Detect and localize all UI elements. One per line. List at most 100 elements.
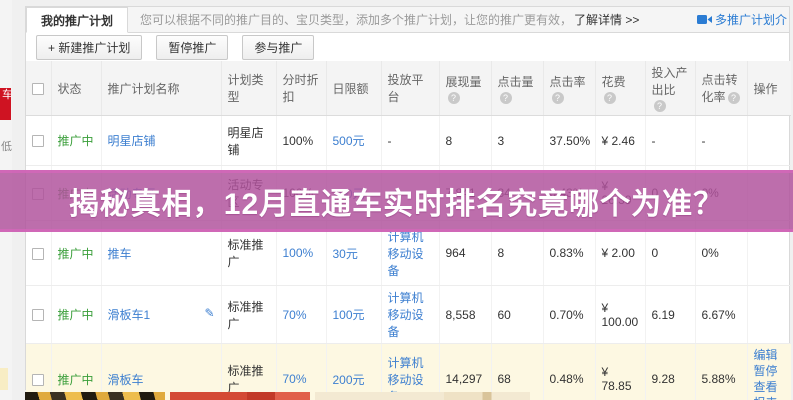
cvr-cell: 6.67% bbox=[695, 286, 747, 344]
banner-overlay: 揭秘真相，12月直通车实时排名究竟哪个为准？ bbox=[0, 170, 793, 232]
action-link[interactable]: 编辑 bbox=[754, 347, 786, 363]
video-camera-icon bbox=[697, 14, 712, 25]
roi-cell: 6.19 bbox=[645, 286, 695, 344]
action-link[interactable]: 查看报表 bbox=[754, 379, 786, 400]
info-icon[interactable]: ? bbox=[552, 92, 564, 104]
toolbar: + 新建推广计划 暂停推广 参与推广 bbox=[26, 33, 789, 61]
info-icon[interactable]: ? bbox=[448, 92, 460, 104]
info-icon[interactable]: ? bbox=[654, 100, 666, 112]
status-cell: 推广中 bbox=[51, 116, 101, 166]
video-link-label: 多推广计划介 bbox=[715, 11, 787, 28]
ctr-cell: 37.50% bbox=[543, 116, 595, 166]
daily-budget-link[interactable]: 500元 bbox=[333, 134, 365, 148]
cost-cell: ¥ 2.46 bbox=[595, 116, 645, 166]
column-header-label: 点击率 bbox=[550, 75, 586, 89]
plan-type-cell: 明星店铺 bbox=[221, 116, 276, 166]
select-all-checkbox[interactable] bbox=[32, 83, 44, 95]
select-all-header bbox=[26, 61, 51, 116]
column-header-label: 展现量 bbox=[446, 75, 482, 89]
campaign-name-cell: 明星店铺 bbox=[101, 116, 221, 166]
roi-cell: 9.28 bbox=[645, 344, 695, 400]
column-header-label: 计划类型 bbox=[228, 73, 264, 104]
impressions-cell: 8 bbox=[439, 116, 491, 166]
platform-value[interactable]: 计算机 移动设备 bbox=[388, 230, 424, 278]
cost-cell: ¥ 78.85 bbox=[595, 344, 645, 400]
column-header-12: 操作 bbox=[747, 61, 791, 116]
campaign-name-link[interactable]: 滑板车 bbox=[108, 373, 144, 387]
column-header-label: 推广计划名称 bbox=[108, 82, 180, 96]
clicks-cell: 60 bbox=[491, 286, 543, 344]
info-icon[interactable]: ? bbox=[604, 92, 616, 104]
platform-cell: - bbox=[381, 116, 439, 166]
edit-pencil-icon[interactable]: ✎ bbox=[204, 306, 214, 320]
column-header-label: 点击量 bbox=[498, 75, 534, 89]
table-row: 推广中滑板车1✎标准推广70%100元计算机 移动设备8,558600.70%¥… bbox=[26, 286, 791, 344]
status-badge: 推广中 bbox=[58, 308, 94, 322]
sidebar-red-badge: 车 bbox=[0, 88, 11, 120]
column-header-3: 分时折扣 bbox=[276, 61, 326, 116]
column-header-1: 推广计划名称 bbox=[101, 61, 221, 116]
multi-plan-video-link[interactable]: 多推广计划介 bbox=[697, 11, 787, 28]
column-header-0: 状态 bbox=[51, 61, 101, 116]
column-header-5: 投放平台 bbox=[381, 61, 439, 116]
platform-cell: 计算机 移动设备 bbox=[381, 286, 439, 344]
row-checkbox[interactable] bbox=[32, 135, 44, 147]
bottom-thumbnail-2[interactable] bbox=[170, 392, 310, 400]
new-campaign-button[interactable]: + 新建推广计划 bbox=[36, 35, 142, 60]
action-link[interactable]: 暂停 bbox=[754, 363, 786, 379]
actions-cell bbox=[747, 116, 791, 166]
row-checkbox[interactable] bbox=[32, 248, 44, 260]
table-row: 推广中明星店铺明星店铺100%500元-8337.50%¥ 2.46-- bbox=[26, 116, 791, 166]
ctr-cell: 0.70% bbox=[543, 286, 595, 344]
column-header-label: 日限额 bbox=[333, 82, 369, 96]
tab-my-campaigns[interactable]: 我的推广计划 bbox=[26, 7, 128, 33]
column-header-7: 点击量? bbox=[491, 61, 543, 116]
learn-more-link[interactable]: 了解详情 >> bbox=[574, 11, 639, 28]
column-header-2: 计划类型 bbox=[221, 61, 276, 116]
page: 车 低 我的推广计划 您可以根据不同的推广目的、宝贝类型，添加多个推广计划，让您… bbox=[0, 0, 793, 400]
campaign-name-link[interactable]: 明星店铺 bbox=[108, 134, 156, 148]
ctr-cell: 0.48% bbox=[543, 344, 595, 400]
campaign-name-link[interactable]: 滑板车1 bbox=[108, 308, 151, 322]
sidebar-text-fragment: 低 bbox=[1, 138, 12, 154]
clicks-cell: 3 bbox=[491, 116, 543, 166]
info-icon[interactable]: ? bbox=[500, 92, 512, 104]
row-checkbox[interactable] bbox=[32, 309, 44, 321]
platform-value: - bbox=[388, 134, 392, 148]
column-header-10: 投入产出比? bbox=[645, 61, 695, 116]
pause-campaign-button[interactable]: 暂停推广 bbox=[156, 35, 228, 60]
column-header-label: 操作 bbox=[754, 82, 778, 96]
bottom-thumbnail-3[interactable] bbox=[315, 392, 530, 400]
daily-budget-link[interactable]: 30元 bbox=[333, 247, 358, 261]
daily-budget-cell: 500元 bbox=[326, 116, 381, 166]
row-select-cell bbox=[26, 116, 51, 166]
row-select-cell bbox=[26, 286, 51, 344]
bottom-thumbnail-1[interactable] bbox=[25, 392, 165, 400]
column-header-4: 日限额 bbox=[326, 61, 381, 116]
campaign-name-link[interactable]: 推车 bbox=[108, 247, 132, 261]
daily-budget-link[interactable]: 100元 bbox=[333, 308, 365, 322]
daily-budget-link[interactable]: 200元 bbox=[333, 373, 365, 387]
row-checkbox[interactable] bbox=[32, 374, 44, 386]
campaign-name-cell: 滑板车1 ✎ bbox=[101, 286, 221, 344]
sidebar-yellow-sliver bbox=[0, 368, 8, 390]
cvr-cell: - bbox=[695, 116, 747, 166]
discount-value[interactable]: 70% bbox=[283, 308, 307, 322]
status-cell: 推广中 bbox=[51, 286, 101, 344]
discount-cell: 70% bbox=[276, 286, 326, 344]
impressions-cell: 8,558 bbox=[439, 286, 491, 344]
cvr-cell: 5.88% bbox=[695, 344, 747, 400]
plan-type-cell: 标准推广 bbox=[221, 286, 276, 344]
platform-value[interactable]: 计算机 移动设备 bbox=[388, 291, 424, 339]
tab-hint-text: 您可以根据不同的推广目的、宝贝类型，添加多个推广计划，让您的推广更有效， bbox=[140, 11, 572, 28]
discount-value[interactable]: 100% bbox=[283, 246, 314, 260]
column-header-9: 花费? bbox=[595, 61, 645, 116]
column-header-6: 展现量? bbox=[439, 61, 491, 116]
status-badge: 推广中 bbox=[58, 247, 94, 261]
column-header-label: 状态 bbox=[58, 82, 82, 96]
roi-cell: - bbox=[645, 116, 695, 166]
status-badge: 推广中 bbox=[58, 373, 94, 387]
discount-value[interactable]: 70% bbox=[283, 372, 307, 386]
info-icon[interactable]: ? bbox=[728, 92, 740, 104]
join-campaign-button[interactable]: 参与推广 bbox=[242, 35, 314, 60]
